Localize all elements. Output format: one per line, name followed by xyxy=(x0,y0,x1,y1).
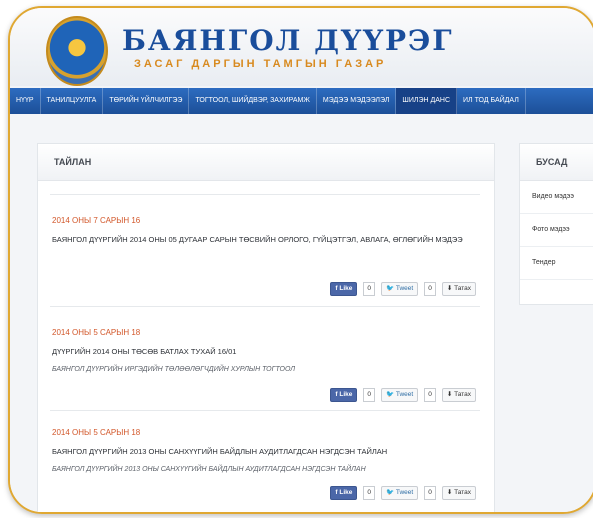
like-label: Like xyxy=(339,489,353,496)
post-subtitle: БАЯНГОЛ ДҮҮРГИЙН ИРГЭДИЙН ТӨЛӨӨЛӨГЧДИЙН … xyxy=(52,366,296,373)
download-icon: ⬇ xyxy=(446,391,455,398)
sidebar-panel: БУСАД Видео мэдээ Фото мэдээ Тендер xyxy=(520,144,593,304)
report-post-3: 2014 ОНЫ 5 САРЫН 18 БАЯНГОЛ ДҮҮРГИЙН 201… xyxy=(52,428,476,500)
post-title-link[interactable]: БАЯНГОЛ ДҮҮРГИЙН 2014 ОНЫ 05 ДУГААР САРЫ… xyxy=(52,234,476,246)
screenshot-frame: БАЯНГОЛ ДҮҮРЭГ ЗАСАГ ДАРГЫН ТАМГЫН ГАЗАР… xyxy=(8,6,593,514)
tweet-count: 0 xyxy=(424,486,436,500)
nav-item-transparency[interactable]: ИЛ ТОД БАЙДАЛ xyxy=(457,88,526,114)
like-label: Like xyxy=(339,285,353,292)
download-button[interactable]: ⬇ Татах xyxy=(441,282,476,296)
facebook-like-button[interactable]: f Like xyxy=(330,486,358,500)
main-nav: НҮҮР ТАНИЛЦУУЛГА ТӨРИЙН ҮЙЛЧИЛГЭЭ ТОГТОО… xyxy=(10,88,593,114)
tweet-label: Tweet xyxy=(395,489,414,496)
download-icon: ⬇ xyxy=(446,489,455,496)
twitter-icon: 🐦 xyxy=(386,489,396,496)
tweet-button[interactable]: 🐦 Tweet xyxy=(381,388,419,402)
post-date: 2014 ОНЫ 5 САРЫН 18 xyxy=(52,428,141,437)
sidebar-item-video-news[interactable]: Видео мэдээ xyxy=(520,181,593,214)
post-date: 2014 ОНЫ 5 САРЫН 18 xyxy=(52,328,141,337)
nav-item-services[interactable]: ТӨРИЙН ҮЙЛЧИЛГЭЭ xyxy=(103,88,190,114)
divider xyxy=(50,410,480,411)
report-post-1: 2014 ОНЫ 7 САРЫН 16 БАЯНГОЛ ДҮҮРГИЙН 201… xyxy=(52,216,476,296)
sidebar-item-photo-news[interactable]: Фото мэдээ xyxy=(520,214,593,247)
tweet-button[interactable]: 🐦 Tweet xyxy=(381,282,419,296)
post-subtitle: БАЯНГОЛ ДҮҮРГИЙН 2013 ОНЫ САНХҮҮГИЙН БАЙ… xyxy=(52,466,366,473)
download-button[interactable]: ⬇ Татах xyxy=(441,388,476,402)
download-label: Татах xyxy=(454,285,471,292)
sidebar-heading: БУСАД xyxy=(520,144,593,181)
post-actions: f Like 0 🐦 Tweet 0 ⬇ Татах xyxy=(330,486,476,500)
download-button[interactable]: ⬇ Татах xyxy=(441,486,476,500)
like-count: 0 xyxy=(363,388,376,402)
tweet-count: 0 xyxy=(424,388,436,402)
site-header: БАЯНГОЛ ДҮҮРЭГ ЗАСАГ ДАРГЫН ТАМГЫН ГАЗАР xyxy=(10,8,593,86)
site-subtitle: ЗАСАГ ДАРГЫН ТАМГЫН ГАЗАР xyxy=(134,58,387,70)
nav-item-news[interactable]: МЭДЭЭ МЭДЭЭЛЭЛ xyxy=(317,88,397,114)
post-date: 2014 ОНЫ 7 САРЫН 16 xyxy=(52,216,141,225)
post-title-link[interactable]: ДҮҮРГИЙН 2014 ОНЫ ТӨСӨВ БАТЛАХ ТУХАЙ 16/… xyxy=(52,346,476,358)
like-label: Like xyxy=(339,391,353,398)
like-count: 0 xyxy=(363,486,376,500)
emblem-icon xyxy=(46,16,108,86)
content-area: ТАЙЛАН 2014 ОНЫ 7 САРЫН 16 БАЯНГОЛ ДҮҮРГ… xyxy=(10,114,593,512)
tweet-label: Tweet xyxy=(395,391,414,398)
twitter-icon: 🐦 xyxy=(386,285,396,292)
report-post-2: 2014 ОНЫ 5 САРЫН 18 ДҮҮРГИЙН 2014 ОНЫ ТӨ… xyxy=(52,328,476,402)
download-label: Татах xyxy=(454,489,471,496)
divider xyxy=(50,194,480,195)
nav-item-glass-account[interactable]: ШИЛЭН ДАНС xyxy=(396,88,458,114)
like-count: 0 xyxy=(363,282,376,296)
divider xyxy=(50,306,480,307)
twitter-icon: 🐦 xyxy=(386,391,396,398)
post-actions: f Like 0 🐦 Tweet 0 ⬇ Татах xyxy=(330,282,476,296)
download-label: Татах xyxy=(454,391,471,398)
reports-panel: ТАЙЛАН 2014 ОНЫ 7 САРЫН 16 БАЯНГОЛ ДҮҮРГ… xyxy=(38,144,494,512)
facebook-like-button[interactable]: f Like xyxy=(330,282,358,296)
nav-item-home[interactable]: НҮҮР xyxy=(10,88,41,114)
download-icon: ⬇ xyxy=(446,285,455,292)
sidebar-item-tender[interactable]: Тендер xyxy=(520,247,593,280)
reports-heading: ТАЙЛАН xyxy=(38,144,494,181)
facebook-like-button[interactable]: f Like xyxy=(330,388,358,402)
post-title-link[interactable]: БАЯНГОЛ ДҮҮРГИЙН 2013 ОНЫ САНХҮҮГИЙН БАЙ… xyxy=(52,446,476,458)
tweet-count: 0 xyxy=(424,282,436,296)
nav-item-decisions[interactable]: ТОГТООЛ, ШИЙДВЭР, ЗАХИРАМЖ xyxy=(189,88,317,114)
site-title: БАЯНГОЛ ДҮҮРЭГ xyxy=(122,24,454,57)
tweet-button[interactable]: 🐦 Tweet xyxy=(381,486,419,500)
nav-item-about[interactable]: ТАНИЛЦУУЛГА xyxy=(41,88,104,114)
post-actions: f Like 0 🐦 Tweet 0 ⬇ Татах xyxy=(330,388,476,402)
tweet-label: Tweet xyxy=(395,285,414,292)
